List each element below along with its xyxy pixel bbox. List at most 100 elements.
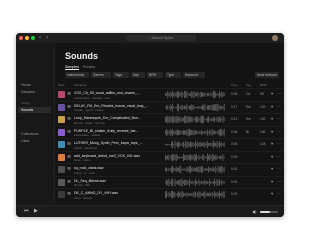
prev-icon[interactable]: ⏮	[24, 208, 29, 214]
waveform[interactable]	[165, 115, 225, 124]
filter-tags[interactable]: Tags	[113, 72, 129, 78]
like-icon[interactable]: ♥	[271, 141, 273, 146]
more-options-icon[interactable]: ⋯	[277, 179, 281, 184]
tab-presets[interactable]: Presets	[83, 65, 95, 69]
like-icon[interactable]: ♥	[271, 166, 273, 171]
sample-filename[interactable]: DL_Seq_fillshot.wav	[74, 179, 174, 183]
waveform-icon[interactable]: ≋	[67, 91, 71, 97]
table-row[interactable]: ≋ DE_C_ANNO_DY_VNY.wav Vinyl · texture 0:02…	[55, 188, 284, 201]
column-header-time[interactable]: Time	[231, 83, 238, 87]
table-row[interactable]: ≋ LUTHER_Moog_Synth_Perc_loops_tops_... Sy…	[55, 138, 284, 151]
column-header-filename[interactable]: Filename	[74, 83, 86, 87]
waveform-bar	[219, 140, 220, 149]
waveform-bar	[175, 105, 177, 109]
waveform-icon[interactable]: ≋	[67, 166, 71, 172]
sample-filename[interactable]: add_keyboard_debut_me3_VOX_001.wav	[74, 154, 174, 158]
sidebar-item-sounds[interactable]: Sounds	[21, 108, 33, 112]
waveform-icon[interactable]: ≋	[67, 104, 71, 110]
filter-instruments[interactable]: Instruments	[65, 72, 89, 78]
like-icon[interactable]: ♥	[271, 129, 273, 134]
waveform[interactable]	[165, 90, 225, 99]
like-icon[interactable]: ♥	[271, 91, 273, 96]
filter-bpm[interactable]: BPM	[147, 72, 163, 78]
sample-filename[interactable]: LUTHER_Moog_Synth_Perc_loops_tops_...	[74, 141, 174, 145]
maximize-window-icon[interactable]	[31, 36, 35, 40]
filter-keyword[interactable]: Keyword	[183, 72, 205, 78]
column-header-key[interactable]: Key	[246, 83, 251, 87]
more-options-icon[interactable]: ⋯	[277, 104, 281, 109]
filter-key[interactable]: Key	[131, 72, 145, 78]
waveform[interactable]	[165, 153, 225, 162]
waveform-bar	[173, 167, 175, 172]
table-row[interactable]: ≋ Loop_Mannequin_Em_Complicated_Bon... Dru…	[55, 113, 284, 126]
filter-type[interactable]: Type	[165, 72, 181, 78]
pack-artwork[interactable]	[58, 116, 65, 123]
waveform-bar	[202, 166, 203, 173]
pack-artwork[interactable]	[58, 91, 65, 98]
more-options-icon[interactable]: ⋯	[277, 166, 281, 171]
pack-artwork[interactable]	[58, 166, 65, 173]
like-icon[interactable]: ♥	[271, 179, 273, 184]
waveform[interactable]	[165, 165, 225, 174]
sort-dropdown[interactable]: Most relevant	[255, 72, 279, 78]
forward-icon[interactable]: ›	[46, 34, 48, 42]
waveform-bar	[169, 91, 171, 98]
like-icon[interactable]: ♥	[271, 191, 273, 196]
sample-filename[interactable]: VOX_C#_95_vocal_adlibs_and_chants_...	[74, 91, 174, 95]
more-options-icon[interactable]: ⋯	[277, 116, 281, 121]
waveform-icon[interactable]: ≋	[67, 141, 71, 147]
table-row[interactable]: ≋ PURPLE_Bl_shaker_fruity_reverse_bar... P…	[55, 125, 284, 139]
tab-samples[interactable]: Samples	[65, 65, 79, 70]
like-icon[interactable]: ♥	[271, 154, 273, 159]
table-row[interactable]: ≋ DL_Seq_fillshot.wav Drums · fills 0:02 ♥ ⋯	[55, 175, 284, 189]
table-row[interactable]: ≋ add_keyboard_debut_me3_VOX_001.wav Keys …	[55, 150, 284, 164]
table-row[interactable]: ≋ sq_rock_clank.wav Foley · fx · rock 0:01 ♥…	[55, 163, 284, 176]
more-options-icon[interactable]: ⋯	[277, 141, 281, 146]
waveform-icon[interactable]: ≋	[67, 116, 71, 122]
sample-filename[interactable]: Loop_Mannequin_Em_Complicated_Bon...	[74, 116, 174, 120]
filter-genres[interactable]: Genres	[91, 72, 111, 78]
waveform[interactable]	[165, 178, 225, 187]
pack-artwork[interactable]	[58, 141, 65, 148]
more-options-icon[interactable]: ⋯	[277, 191, 281, 196]
sample-filename[interactable]: DE_C_ANNO_DY_VNY.wav	[74, 191, 174, 195]
waveform[interactable]	[165, 140, 225, 149]
waveform-bar	[195, 130, 196, 134]
sidebar-item-collections[interactable]: Collections	[21, 132, 39, 136]
pack-artwork[interactable]	[58, 178, 65, 186]
close-window-icon[interactable]	[19, 36, 23, 40]
pack-artwork[interactable]	[58, 191, 65, 198]
sample-filename[interactable]: DELAY_FM_Em_Rhodes_house_vocal_loop_...	[74, 104, 174, 108]
more-options-icon[interactable]: ⋯	[277, 129, 281, 134]
avatar[interactable]	[272, 35, 278, 41]
search-input[interactable]: ⌕ Search Splice	[126, 35, 196, 41]
waveform-bar	[178, 156, 179, 158]
more-options-icon[interactable]: ⋯	[277, 91, 281, 96]
table-row[interactable]: ≋ DELAY_FM_Em_Rhodes_house_vocal_loop_...…	[55, 100, 284, 114]
waveform[interactable]	[165, 103, 225, 112]
sidebar-item-likes[interactable]: Likes	[21, 139, 29, 143]
back-icon[interactable]: ‹	[39, 34, 41, 42]
like-icon[interactable]: ♥	[271, 116, 273, 121]
sample-filename[interactable]: sq_rock_clank.wav	[74, 166, 174, 170]
pack-artwork[interactable]	[58, 103, 65, 111]
column-header-bpm[interactable]: BPM	[260, 83, 267, 87]
waveform-icon[interactable]: ≋	[67, 179, 71, 185]
sidebar-item-samples[interactable]: Samples	[21, 90, 35, 94]
play-icon[interactable]: ▶	[34, 208, 38, 214]
waveform-icon[interactable]: ≋	[67, 154, 71, 160]
pack-artwork[interactable]	[58, 153, 65, 161]
volume-slider[interactable]	[260, 211, 278, 213]
minimize-window-icon[interactable]	[25, 36, 29, 40]
table-row[interactable]: ≋ VOX_C#_95_vocal_adlibs_and_chants_... Vo…	[55, 88, 284, 101]
sample-filename[interactable]: PURPLE_Bl_shaker_fruity_reverse_bar...	[74, 129, 174, 133]
pack-artwork[interactable]	[58, 128, 65, 136]
waveform-icon[interactable]: ≋	[67, 129, 71, 135]
like-icon[interactable]: ♥	[271, 104, 273, 109]
sidebar-item-home[interactable]: Home	[21, 83, 31, 87]
waveform[interactable]	[165, 190, 225, 199]
more-options-icon[interactable]: ⋯	[277, 154, 281, 159]
waveform-bar	[223, 92, 225, 97]
waveform[interactable]	[165, 128, 225, 137]
waveform-icon[interactable]: ≋	[67, 191, 71, 197]
